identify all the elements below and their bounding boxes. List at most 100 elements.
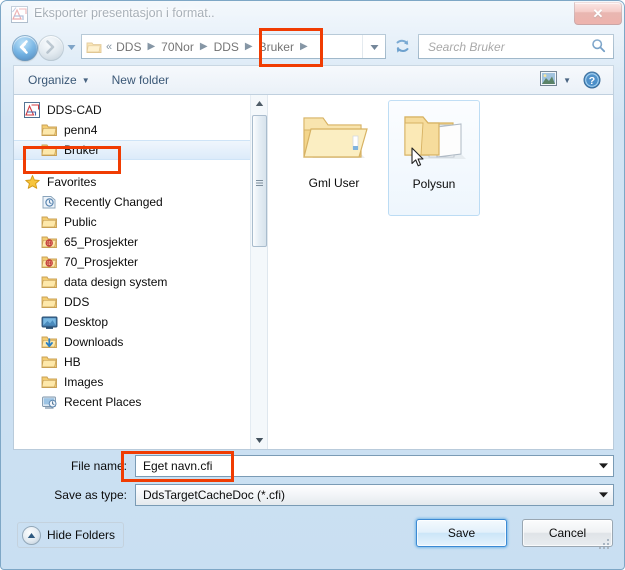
breadcrumb-item-2[interactable]: DDS <box>211 39 242 55</box>
save-as-type-label: Save as type: <box>54 487 127 502</box>
file-item-polysun[interactable]: Polysun <box>388 100 480 216</box>
tree-item-recently-changed[interactable]: Recently Changed <box>14 192 250 212</box>
tree-item-label: Bruker <box>64 143 100 157</box>
folder-icon <box>41 214 58 230</box>
file-name-field[interactable]: Eget navn.cfi <box>135 454 614 477</box>
refresh-button[interactable] <box>390 35 414 58</box>
dds-cad-icon <box>24 102 41 118</box>
hide-folders-button[interactable]: Hide Folders <box>17 522 125 548</box>
search-input[interactable] <box>426 38 591 55</box>
search-box[interactable] <box>418 34 614 59</box>
folder-icon <box>41 142 58 158</box>
tree-item-desktop[interactable]: Desktop <box>14 312 250 332</box>
help-icon: ? <box>583 71 601 89</box>
tree-item-label: 65_Prosjekter <box>64 235 139 249</box>
dialog-button-bar: Hide Folders Save Cancel <box>13 517 614 553</box>
breadcrumb-item-1[interactable]: 70Nor <box>158 39 197 55</box>
tree-item-favorites[interactable]: Favorites <box>14 172 250 192</box>
save-as-type-value: DdsTargetCacheDoc (*.cfi) <box>143 487 286 502</box>
tree-item-dds[interactable]: DDS <box>14 292 250 312</box>
file-name-label: File name: <box>70 458 127 473</box>
new-folder-label: New folder <box>111 73 169 87</box>
close-button[interactable]: ✕ <box>574 2 622 25</box>
tree-item-hb[interactable]: HB <box>14 352 250 372</box>
tree-item-70-prosjekter[interactable]: 70_Prosjekter <box>14 252 250 272</box>
breadcrumb-separator-2[interactable]: ▶ <box>242 41 256 52</box>
tree-item-label: Recently Changed <box>64 195 163 209</box>
chevron-down-icon: ▼ <box>563 75 571 85</box>
tree-item-65-prosjekter[interactable]: 65_Prosjekter <box>14 232 250 252</box>
breadcrumb[interactable]: « DDS ▶ 70Nor ▶ DDS ▶ Bruker ▶ <box>82 35 362 58</box>
recent-places-icon <box>41 394 58 410</box>
save-button[interactable]: Save <box>416 519 507 547</box>
file-list-pane[interactable]: Gml User Polysun <box>267 95 613 449</box>
file-item-gml-user[interactable]: Gml User <box>288 100 380 216</box>
chevron-down-icon[interactable] <box>593 456 613 476</box>
chevron-up-circle-icon <box>22 525 41 545</box>
scroll-up-button[interactable] <box>251 95 267 112</box>
tree-item-recent-places[interactable]: Recent Places <box>14 392 250 412</box>
folder-icon <box>41 294 58 310</box>
scrollbar-thumb[interactable] <box>252 115 267 247</box>
network-folder-icon <box>41 254 58 270</box>
folder-icon <box>41 374 58 390</box>
closed-folder-icon <box>299 106 369 172</box>
navigation-bar: « DDS ▶ 70Nor ▶ DDS ▶ Bruker ▶ <box>1 29 624 65</box>
address-bar[interactable]: « DDS ▶ 70Nor ▶ DDS ▶ Bruker ▶ <box>81 34 386 59</box>
breadcrumb-item-0[interactable]: DDS <box>113 39 144 55</box>
chevron-down-icon[interactable] <box>593 485 613 505</box>
views-icon <box>540 71 558 89</box>
breadcrumb-item-bruker[interactable]: Bruker <box>256 39 297 55</box>
svg-text:?: ? <box>589 75 595 87</box>
views-button[interactable]: ▼ <box>540 71 571 89</box>
address-bar-dropdown-button[interactable] <box>362 35 385 58</box>
downloads-icon <box>41 334 58 350</box>
save-as-type-select[interactable]: DdsTargetCacheDoc (*.cfi) <box>135 483 614 506</box>
folder-icon <box>41 274 58 290</box>
new-folder-button[interactable]: New folder <box>104 69 177 91</box>
navigation-pane: DDS-CAD penn4 Bruker Favorites Recently … <box>14 95 267 449</box>
window-title: Eksporter presentasjon i format.. <box>34 6 215 20</box>
tree-item-label: DDS <box>64 295 90 309</box>
back-button[interactable] <box>12 35 38 61</box>
tree-item-dds-cad[interactable]: DDS-CAD <box>14 100 250 120</box>
organize-button[interactable]: Organize ▼ <box>20 69 98 91</box>
chevron-down-icon <box>67 45 76 50</box>
resize-grip[interactable] <box>598 538 611 551</box>
tree-item-bruker[interactable]: Bruker <box>14 140 250 160</box>
folder-tree: DDS-CAD penn4 Bruker Favorites Recently … <box>14 100 250 412</box>
tree-item-downloads[interactable]: Downloads <box>14 332 250 352</box>
star-icon <box>24 174 41 190</box>
chevron-down-icon: ▼ <box>81 75 90 85</box>
tree-item-label: penn4 <box>64 123 98 137</box>
recent-pages-dropdown-button[interactable] <box>65 41 78 53</box>
back-arrow-icon <box>19 40 28 54</box>
breadcrumb-separator-1[interactable]: ▶ <box>197 41 211 52</box>
tree-item-label: DDS-CAD <box>47 103 102 117</box>
forward-arrow-icon <box>46 40 55 54</box>
arrow-cursor <box>411 147 426 172</box>
chevron-down-icon <box>370 44 378 50</box>
tree-section-gap <box>14 160 250 172</box>
tree-item-images[interactable]: Images <box>14 372 250 392</box>
help-button[interactable]: ? <box>583 71 601 89</box>
breadcrumb-overflow[interactable]: « <box>106 41 113 53</box>
folder-icon <box>86 40 102 54</box>
tree-item-label: HB <box>64 355 81 369</box>
tree-item-data-design-system[interactable]: data design system <box>14 272 250 292</box>
scrollbar-grip-icon <box>256 176 263 186</box>
navigation-pane-scrollbar[interactable] <box>250 95 267 449</box>
tree-item-label: Images <box>64 375 104 389</box>
tree-item-penn4[interactable]: penn4 <box>14 120 250 140</box>
save-as-type-row: Save as type: DdsTargetCacheDoc (*.cfi) <box>13 483 614 506</box>
dds-cad-icon <box>11 6 28 23</box>
file-name-row: File name: Eget navn.cfi <box>13 454 614 477</box>
tree-item-public[interactable]: Public <box>14 212 250 232</box>
recently-changed-icon <box>41 194 58 210</box>
breadcrumb-separator-3[interactable]: ▶ <box>297 41 311 52</box>
scroll-down-button[interactable] <box>251 432 267 449</box>
toolbar: Organize ▼ New folder ▼ ? <box>1 65 624 94</box>
folder-icon <box>41 354 58 370</box>
breadcrumb-separator-0[interactable]: ▶ <box>144 41 158 52</box>
forward-button[interactable] <box>38 35 64 61</box>
